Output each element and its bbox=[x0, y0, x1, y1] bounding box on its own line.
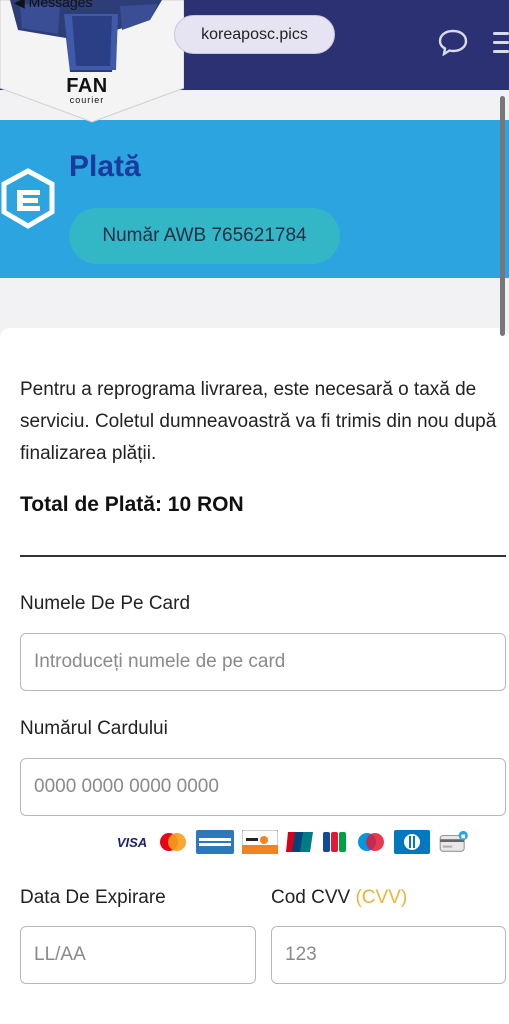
diners-logo bbox=[394, 830, 430, 854]
total-amount: Total de Plată: 10 RON bbox=[20, 493, 244, 516]
awb-text: Număr AWB 765621784 bbox=[102, 225, 307, 246]
chat-icon[interactable] bbox=[437, 28, 469, 56]
card-name-input[interactable] bbox=[20, 633, 506, 691]
card-brand-logos: VISA bbox=[114, 828, 506, 856]
expiry-input[interactable] bbox=[20, 926, 256, 984]
fan-courier-logo[interactable] bbox=[0, 0, 184, 124]
url-bar[interactable]: koreaposc.pics bbox=[174, 15, 335, 54]
cvv-hint-link[interactable]: (CVV) bbox=[355, 887, 407, 908]
awb-badge: Număr AWB 765621784 bbox=[69, 208, 340, 264]
payment-intro-text: Pentru a reprograma livrarea, este neces… bbox=[20, 379, 497, 464]
secure-card-icon bbox=[439, 830, 468, 852]
shield-icon bbox=[1, 168, 55, 229]
logo-brand-text: FAN bbox=[66, 75, 108, 97]
visa-logo: VISA bbox=[116, 834, 148, 850]
card-number-input[interactable] bbox=[20, 758, 506, 816]
expiry-label: Data De Expirare bbox=[20, 887, 166, 908]
discover-logo bbox=[242, 830, 278, 854]
back-to-messages-link[interactable]: ◀ Messages bbox=[14, 0, 92, 11]
jcb-logo bbox=[323, 832, 346, 852]
page-title: Plată bbox=[69, 150, 141, 183]
cvv-input[interactable] bbox=[271, 926, 506, 984]
unionpay-logo bbox=[286, 832, 313, 852]
divider bbox=[20, 555, 506, 557]
cvv-label: Cod CVV (CVV) bbox=[271, 887, 407, 909]
logo-tagline-text: courier bbox=[69, 95, 105, 105]
card-name-label: Numele De Pe Card bbox=[20, 593, 191, 614]
mastercard-logo bbox=[160, 833, 186, 851]
maestro-logo bbox=[358, 833, 384, 851]
cvv-label-text: Cod CVV bbox=[271, 887, 351, 908]
logo-wordmark: FAN courier bbox=[62, 76, 112, 105]
amex-logo bbox=[196, 830, 234, 854]
menu-icon[interactable] bbox=[493, 30, 509, 56]
card-number-label: Numărul Cardului bbox=[20, 718, 168, 739]
scrollbar[interactable] bbox=[500, 96, 505, 336]
url-text: koreaposc.pics bbox=[201, 25, 308, 43]
